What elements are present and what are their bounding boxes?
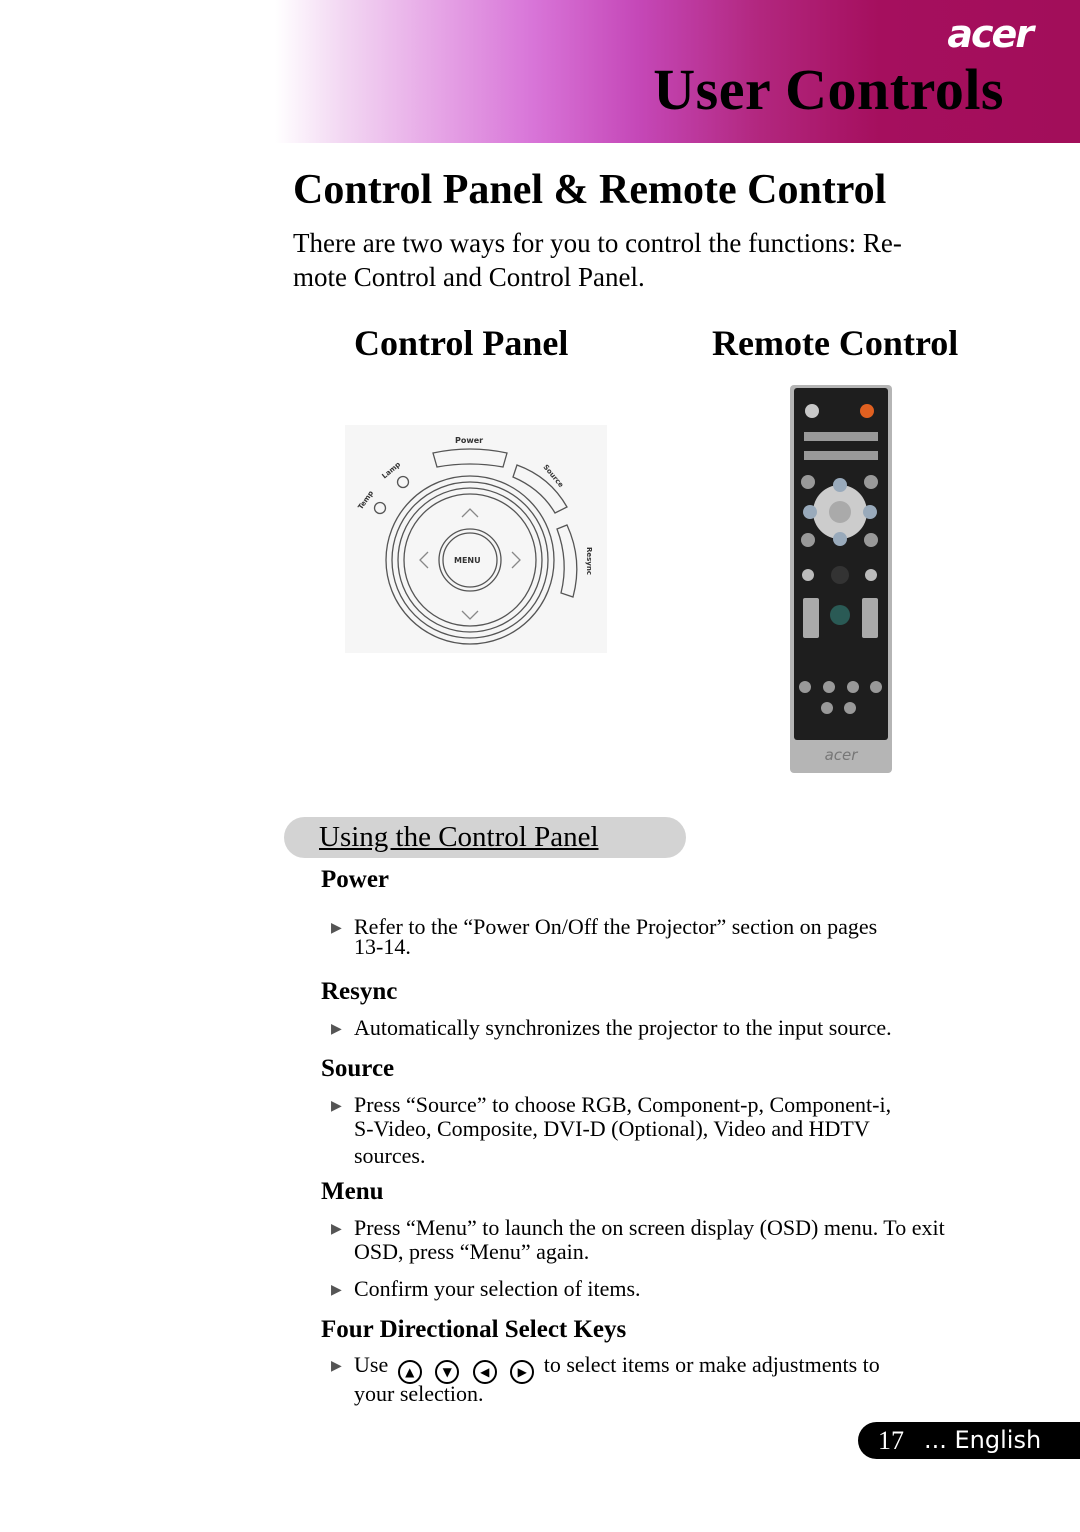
language-label: ... English: [924, 1426, 1042, 1454]
bullet-arrow-icon: ▶: [331, 1359, 342, 1374]
intro-paragraph: There are two ways for you to control th…: [293, 226, 1013, 294]
bullet-text: Use: [354, 1352, 389, 1377]
section-title: Using the Control Panel: [319, 821, 599, 853]
laser-key-icon: [860, 404, 874, 418]
source-label: Source: [541, 463, 565, 489]
temp-label: Temp: [357, 489, 376, 511]
bullet-text: OSD, press “Menu” again.: [354, 1239, 590, 1264]
source-heading: Source: [321, 1055, 395, 1082]
menu-heading: Menu: [321, 1178, 384, 1205]
resync-heading: Resync: [321, 978, 398, 1005]
bullet-text: your selection.: [354, 1381, 484, 1406]
bullet-arrow-icon: ▶: [331, 1222, 342, 1237]
right-arrow-key-icon: ▶: [510, 1360, 535, 1384]
back-key: [829, 501, 851, 523]
bullet-text: sources.: [354, 1143, 426, 1168]
menu-label: MENU: [454, 556, 481, 565]
bullet-text: S-Video, Composite, DVI-D (Optional), Vi…: [354, 1116, 870, 1141]
empowering-key-icon: [830, 605, 850, 625]
bullet-text: Confirm your selection of items.: [354, 1276, 641, 1301]
bullet-text: Refer to the “Power On/Off the Projector…: [354, 914, 878, 939]
remote-control-heading: Remote Control: [712, 323, 959, 363]
bullet-arrow-icon: ▶: [331, 1283, 342, 1298]
bullet-arrow-icon: ▶: [331, 921, 342, 936]
intro-line: mote Control and Control Panel.: [293, 262, 645, 292]
bullet-text: Press “Menu” to launch the on screen dis…: [354, 1215, 945, 1240]
bullet-text: Automatically synchronizes the projector…: [354, 1015, 892, 1040]
page-number: 17: [878, 1426, 904, 1455]
lamp-label: Lamp: [381, 460, 403, 480]
chapter-header-banner: acer User Controls: [275, 0, 1080, 143]
bullet-arrow-icon: ▶: [331, 1022, 342, 1037]
bullet-text: Press “Source” to choose RGB, Component-…: [354, 1092, 892, 1117]
remote-control-illustration: acer: [788, 385, 894, 775]
bullet-text: to select items or make adjustments to: [543, 1352, 880, 1377]
bullet-arrow-icon: ▶: [331, 1099, 342, 1114]
directional-keys-heading: Four Directional Select Keys: [321, 1316, 627, 1343]
resync-button: [556, 524, 578, 598]
power-key-icon: [805, 404, 819, 418]
control-panel-heading: Control Panel: [354, 323, 569, 363]
control-panel-illustration: Power Lamp Temp Source Resync MENU: [345, 425, 607, 653]
page-title: Control Panel & Remote Control: [293, 167, 887, 213]
resync-label: Resync: [585, 547, 593, 575]
intro-line: There are two ways for you to control th…: [293, 228, 902, 258]
chapter-title: User Controls: [653, 57, 1004, 122]
remote-brand-logo: acer: [825, 746, 859, 764]
power-label: Power: [455, 436, 483, 445]
temp-led-icon: [373, 501, 387, 515]
power-button: [432, 448, 508, 468]
power-heading: Power: [321, 866, 390, 893]
lamp-led-icon: [396, 475, 410, 489]
acer-logo: acer: [947, 12, 1034, 56]
section-banner: Using the Control Panel: [284, 817, 686, 858]
page-footer: 17 ... English: [858, 1422, 1080, 1459]
